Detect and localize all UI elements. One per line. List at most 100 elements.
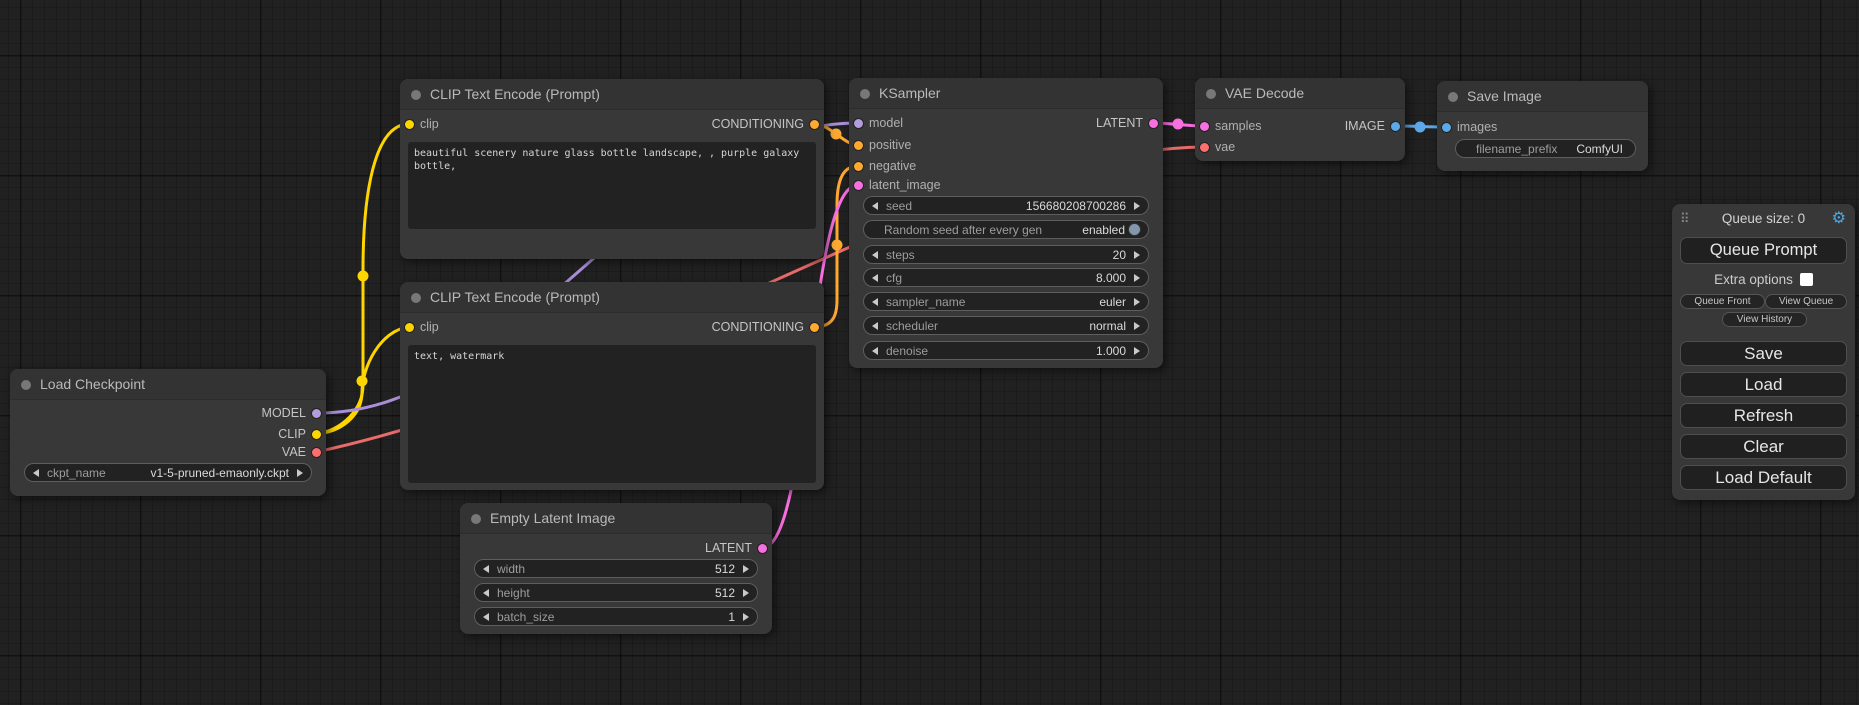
seed-widget[interactable]: seed 156680208700286 xyxy=(863,196,1149,215)
height-widget[interactable]: height 512 xyxy=(474,583,758,602)
increment-icon[interactable] xyxy=(1134,202,1140,210)
node-vae-decode[interactable]: VAE Decode samples IMAGE vae xyxy=(1195,78,1405,161)
node-load-checkpoint[interactable]: Load Checkpoint MODEL CLIP VAE ckpt_name… xyxy=(10,369,326,496)
scheduler-widget[interactable]: scheduler normal xyxy=(863,316,1149,335)
clear-button[interactable]: Clear xyxy=(1680,434,1847,459)
output-slot-latent[interactable]: LATENT xyxy=(705,539,767,557)
collapse-dot-icon[interactable] xyxy=(1448,92,1458,102)
gear-icon[interactable]: ⚙ xyxy=(1832,209,1846,229)
node-graph-canvas[interactable]: Load Checkpoint MODEL CLIP VAE ckpt_name… xyxy=(0,0,1859,705)
decrement-icon[interactable] xyxy=(483,565,489,573)
decrement-icon[interactable] xyxy=(33,469,39,477)
denoise-widget[interactable]: denoise 1.000 xyxy=(863,341,1149,360)
clip-port-icon[interactable] xyxy=(405,120,414,129)
node-clip-text-encode-negative[interactable]: CLIP Text Encode (Prompt) clip CONDITION… xyxy=(400,282,824,490)
input-slot-positive[interactable]: positive xyxy=(854,136,911,154)
collapse-dot-icon[interactable] xyxy=(471,514,481,524)
random-seed-toggle-widget[interactable]: Random seed after every gen enabled xyxy=(863,220,1149,239)
view-history-button[interactable]: View History xyxy=(1722,312,1807,327)
image-port-icon[interactable] xyxy=(1391,122,1400,131)
view-queue-button[interactable]: View Queue xyxy=(1765,294,1847,309)
decrement-icon[interactable] xyxy=(872,322,878,330)
decrement-icon[interactable] xyxy=(872,274,878,282)
input-slot-negative[interactable]: negative xyxy=(854,157,916,175)
decrement-icon[interactable] xyxy=(872,347,878,355)
collapse-dot-icon[interactable] xyxy=(411,293,421,303)
node-empty-latent-image[interactable]: Empty Latent Image LATENT width 512 heig… xyxy=(460,503,772,634)
increment-icon[interactable] xyxy=(1134,322,1140,330)
extra-options-checkbox[interactable] xyxy=(1800,273,1813,286)
load-button[interactable]: Load xyxy=(1680,372,1847,397)
latent-port-icon[interactable] xyxy=(1200,122,1209,131)
node-title-bar: CLIP Text Encode (Prompt) xyxy=(400,282,824,313)
node-clip-text-encode-positive[interactable]: CLIP Text Encode (Prompt) clip CONDITION… xyxy=(400,79,824,259)
conditioning-port-icon[interactable] xyxy=(854,162,863,171)
width-widget[interactable]: width 512 xyxy=(474,559,758,578)
input-slot-clip[interactable]: clip xyxy=(405,318,439,336)
latent-port-icon[interactable] xyxy=(758,544,767,553)
clip-port-icon[interactable] xyxy=(405,323,414,332)
input-slot-model[interactable]: model xyxy=(854,114,903,132)
vae-port-icon[interactable] xyxy=(1200,143,1209,152)
queue-front-button[interactable]: Queue Front xyxy=(1680,294,1765,309)
increment-icon[interactable] xyxy=(297,469,303,477)
prompt-textarea[interactable]: beautiful scenery nature glass bottle la… xyxy=(408,142,816,229)
latent-port-icon[interactable] xyxy=(1149,119,1158,128)
increment-icon[interactable] xyxy=(1134,251,1140,259)
input-slot-samples[interactable]: samples xyxy=(1200,117,1262,135)
model-port-icon[interactable] xyxy=(312,409,321,418)
node-title: CLIP Text Encode (Prompt) xyxy=(430,86,600,102)
decrement-icon[interactable] xyxy=(872,251,878,259)
decrement-icon[interactable] xyxy=(483,589,489,597)
steps-widget[interactable]: steps 20 xyxy=(863,245,1149,264)
save-button[interactable]: Save xyxy=(1680,341,1847,366)
toggle-icon[interactable] xyxy=(1129,224,1140,235)
collapse-dot-icon[interactable] xyxy=(21,380,31,390)
output-slot-conditioning[interactable]: CONDITIONING xyxy=(712,115,819,133)
decrement-icon[interactable] xyxy=(483,613,489,621)
increment-icon[interactable] xyxy=(743,565,749,573)
ckpt-name-widget[interactable]: ckpt_name v1-5-pruned-emaonly.ckpt xyxy=(24,463,312,482)
image-port-icon[interactable] xyxy=(1442,123,1451,132)
increment-icon[interactable] xyxy=(1134,274,1140,282)
filename-prefix-widget[interactable]: filename_prefix ComfyUI xyxy=(1455,139,1636,158)
node-ksampler[interactable]: KSampler model LATENT positive negative … xyxy=(849,78,1163,368)
clip-port-icon[interactable] xyxy=(312,430,321,439)
increment-icon[interactable] xyxy=(743,589,749,597)
increment-icon[interactable] xyxy=(1134,298,1140,306)
prompt-textarea[interactable]: text, watermark xyxy=(408,345,816,483)
output-slot-model[interactable]: MODEL xyxy=(262,404,321,422)
load-default-button[interactable]: Load Default xyxy=(1680,465,1847,490)
conditioning-port-icon[interactable] xyxy=(810,323,819,332)
drag-handle-icon[interactable]: ⠿ xyxy=(1680,211,1690,227)
input-slot-vae[interactable]: vae xyxy=(1200,138,1235,156)
refresh-button[interactable]: Refresh xyxy=(1680,403,1847,428)
collapse-dot-icon[interactable] xyxy=(860,89,870,99)
sampler-name-widget[interactable]: sampler_name euler xyxy=(863,292,1149,311)
conditioning-port-icon[interactable] xyxy=(854,141,863,150)
decrement-icon[interactable] xyxy=(872,202,878,210)
output-slot-conditioning[interactable]: CONDITIONING xyxy=(712,318,819,336)
output-slot-image[interactable]: IMAGE xyxy=(1345,117,1400,135)
model-port-icon[interactable] xyxy=(854,119,863,128)
output-slot-latent[interactable]: LATENT xyxy=(1096,114,1158,132)
batch-size-widget[interactable]: batch_size 1 xyxy=(474,607,758,626)
cfg-widget[interactable]: cfg 8.000 xyxy=(863,268,1149,287)
collapse-dot-icon[interactable] xyxy=(1206,89,1216,99)
node-title-bar: Load Checkpoint xyxy=(10,369,326,400)
increment-icon[interactable] xyxy=(1134,347,1140,355)
node-title-bar: CLIP Text Encode (Prompt) xyxy=(400,79,824,110)
output-slot-clip[interactable]: CLIP xyxy=(278,425,321,443)
input-slot-images[interactable]: images xyxy=(1442,118,1497,136)
vae-port-icon[interactable] xyxy=(312,448,321,457)
conditioning-port-icon[interactable] xyxy=(810,120,819,129)
increment-icon[interactable] xyxy=(743,613,749,621)
input-slot-clip[interactable]: clip xyxy=(405,115,439,133)
queue-prompt-button[interactable]: Queue Prompt xyxy=(1680,237,1847,264)
node-save-image[interactable]: Save Image images filename_prefix ComfyU… xyxy=(1437,81,1648,171)
collapse-dot-icon[interactable] xyxy=(411,90,421,100)
decrement-icon[interactable] xyxy=(872,298,878,306)
input-slot-latent-image[interactable]: latent_image xyxy=(854,176,941,194)
output-slot-vae[interactable]: VAE xyxy=(282,443,321,461)
latent-port-icon[interactable] xyxy=(854,181,863,190)
